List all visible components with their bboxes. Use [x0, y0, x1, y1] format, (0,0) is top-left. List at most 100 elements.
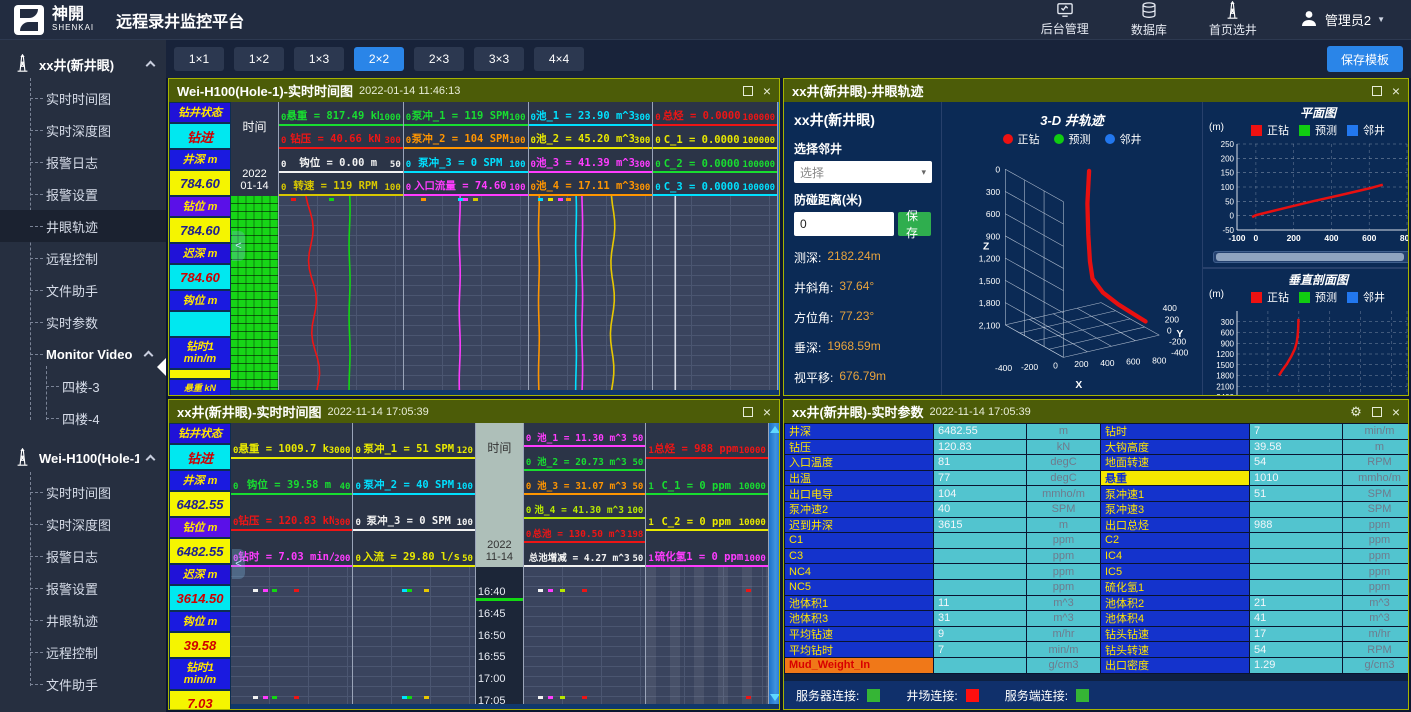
- param-unit: RPM: [1343, 642, 1408, 657]
- param-value: [1250, 533, 1342, 548]
- sidebar-item-文件助手[interactable]: 文件助手: [0, 274, 166, 306]
- expand-icon[interactable]: [743, 407, 753, 417]
- layout-button-1×3[interactable]: 1×3: [294, 47, 344, 71]
- sidebar-item-实时深度图[interactable]: 实时深度图: [0, 508, 166, 540]
- param-name: 出温: [785, 471, 933, 486]
- layout-button-4×4[interactable]: 4×4: [534, 47, 584, 71]
- collapse-tab[interactable]: <: [232, 549, 245, 579]
- sidebar-item-报警设置[interactable]: 报警设置: [0, 178, 166, 210]
- user-menu[interactable]: 管理员2▼: [1299, 8, 1385, 31]
- param-unit: ppm: [1343, 549, 1408, 564]
- sidebar-item-报警设置[interactable]: 报警设置: [0, 572, 166, 604]
- svg-text:300: 300: [1221, 318, 1235, 327]
- scale-max: 300: [385, 136, 401, 146]
- trajectory-stat: 视平移:676.79m: [794, 369, 931, 386]
- save-button[interactable]: 保存: [898, 212, 931, 236]
- sidebar-item-Monitor Video[interactable]: Monitor Video: [0, 338, 166, 370]
- close-icon[interactable]: ×: [763, 86, 771, 96]
- nav-database-icon: [1141, 2, 1157, 19]
- param-name: 入口温度: [785, 455, 933, 470]
- layout-button-3×3[interactable]: 3×3: [474, 47, 524, 71]
- nav-admin-icon: [1056, 2, 1074, 18]
- track-headers: 0悬重 = 1009.7 kN30000钩位 = 39.58 m400钻压 = …: [231, 423, 352, 567]
- layout-button-2×3[interactable]: 2×3: [414, 47, 464, 71]
- nav-item-admin[interactable]: 后台管理: [1041, 2, 1089, 37]
- sidebar-item-实时时间图[interactable]: 实时时间图: [0, 476, 166, 508]
- sidebar-item-报警日志[interactable]: 报警日志: [0, 146, 166, 178]
- table-row: 平均钻速9m/hr钻头钻速17m/hr: [785, 627, 1407, 642]
- curve-tick: [548, 696, 553, 699]
- param-value: 1.29: [1250, 658, 1342, 673]
- neighbor-select[interactable]: 选择 ▾: [794, 161, 932, 183]
- curve-label: 池_3 = 41.39 m^3: [536, 155, 634, 170]
- expand-icon[interactable]: [743, 86, 753, 96]
- scale-max: 300: [634, 160, 650, 170]
- layout-button-1×1[interactable]: 1×1: [174, 47, 224, 71]
- readout-value: 784.60: [170, 218, 230, 242]
- plan-view-horizontal-scrollbar[interactable]: [1213, 251, 1408, 263]
- param-unit: ppm: [1343, 580, 1408, 595]
- legend-label: 预测: [1315, 122, 1337, 138]
- nav-item-database[interactable]: 数据库: [1131, 2, 1167, 38]
- param-value: 17: [1250, 627, 1342, 642]
- layout-button-2×2[interactable]: 2×2: [354, 47, 404, 71]
- scrollbar-thumb[interactable]: [1216, 253, 1404, 261]
- scale-max: 100: [457, 482, 473, 492]
- expand-icon[interactable]: [1372, 86, 1382, 96]
- sidebar-item-井眼轨迹[interactable]: 井眼轨迹: [0, 604, 166, 636]
- sidebar-item-四楼-3[interactable]: 四楼-3: [0, 370, 166, 402]
- curve-track: 1总烃 = 988 ppm100001C_1 = 0 ppm100001C_2 …: [646, 423, 768, 704]
- panel-header: xx井(新井眼)-实时参数 2022-11-14 17:05:39 ⚙ ×: [784, 400, 1408, 423]
- curve-label: 钻压 = 120.83 kN: [238, 513, 334, 528]
- readout-label: 迟深 m: [170, 244, 230, 263]
- readout-label: 井深 m: [170, 150, 230, 169]
- legend-item: 正钻: [1251, 122, 1289, 138]
- sidebar-item-井眼轨迹[interactable]: 井眼轨迹: [0, 210, 166, 242]
- layout-button-1×2[interactable]: 1×2: [234, 47, 284, 71]
- plan-view-plot: 250200150100500-50-1000200400600800: [1207, 139, 1408, 245]
- params-filler: [784, 674, 1408, 682]
- sidebar-item-文件助手[interactable]: 文件助手: [0, 668, 166, 700]
- sidebar-item-远程控制[interactable]: 远程控制: [0, 242, 166, 274]
- scroll-down-arrow[interactable]: [770, 694, 779, 701]
- svg-text:250: 250: [1221, 140, 1235, 149]
- layout-buttons: 1×1 1×2 1×3 2×2 2×3 3×3 4×4: [174, 47, 584, 71]
- panel-header: xx井(新井眼)-实时时间图 2022-11-14 17:05:39 ×: [169, 400, 779, 423]
- svg-text:600: 600: [1126, 357, 1141, 367]
- save-template-button[interactable]: 保存模板: [1327, 46, 1403, 72]
- scale-max: 40: [340, 482, 351, 492]
- close-icon[interactable]: ×: [1392, 407, 1400, 417]
- expand-icon[interactable]: [1372, 407, 1382, 417]
- legend-item: 预测: [1299, 122, 1337, 138]
- readout-label: 井深 m: [170, 471, 230, 490]
- sidebar-item-实时时间图[interactable]: 实时时间图: [0, 82, 166, 114]
- sidebar-collapse-handle[interactable]: [157, 358, 166, 376]
- scale-max: 300: [634, 136, 650, 146]
- sidebar-well-1[interactable]: Wei-H100(Hole-1): [0, 440, 166, 476]
- distance-input[interactable]: [794, 212, 894, 236]
- sidebar-item-四楼-4[interactable]: 四楼-4: [0, 402, 166, 434]
- curve-tick: [582, 696, 587, 699]
- scroll-up-arrow[interactable]: [770, 426, 779, 433]
- scale-max: 50: [633, 434, 644, 444]
- sidebar-item-远程控制[interactable]: 远程控制: [0, 636, 166, 668]
- param-value: 41: [1250, 611, 1342, 626]
- vertical-scrollbar[interactable]: [769, 423, 779, 704]
- sidebar-item-实时参数[interactable]: 实时参数: [0, 306, 166, 338]
- sidebar-well-0[interactable]: xx井(新井眼): [0, 46, 166, 82]
- panel-grid: Wei-H100(Hole-1)-实时时间图 2022-01-14 11:46:…: [166, 78, 1411, 712]
- close-icon[interactable]: ×: [1392, 86, 1400, 96]
- collapse-tab[interactable]: <: [232, 231, 245, 261]
- nav-item-well-select[interactable]: 首页选井: [1209, 1, 1257, 38]
- vertical-scrollbar[interactable]: [778, 102, 779, 390]
- param-name: 池体积2: [1101, 596, 1249, 611]
- sidebar-item-报警日志[interactable]: 报警日志: [0, 540, 166, 572]
- curve-label: 池_4 = 17.11 m^3: [536, 178, 634, 193]
- close-icon[interactable]: ×: [763, 407, 771, 417]
- param-value: [934, 658, 1026, 673]
- param-name: NC5: [785, 580, 933, 595]
- curve-tick: [253, 696, 258, 699]
- stat-label: 方位角:: [794, 309, 833, 326]
- gear-icon[interactable]: ⚙: [1350, 406, 1362, 418]
- sidebar-item-实时深度图[interactable]: 实时深度图: [0, 114, 166, 146]
